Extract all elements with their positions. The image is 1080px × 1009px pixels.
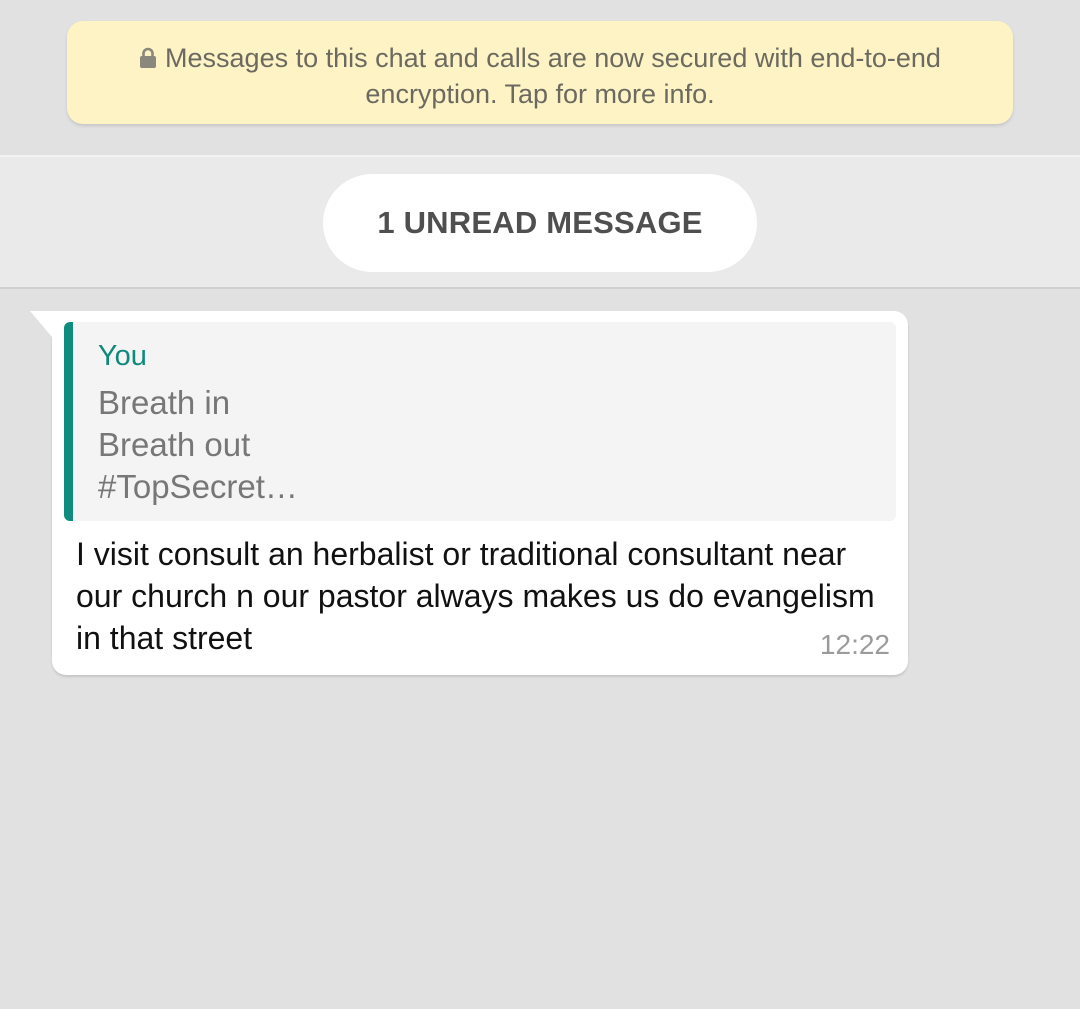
incoming-message-bubble[interactable]: You Breath in Breath out #TopSecret… I v… [30, 311, 908, 675]
encryption-notice-banner[interactable]: Messages to this chat and calls are now … [67, 21, 1013, 124]
message-timestamp: 12:22 [819, 629, 890, 660]
quoted-message-line: Breath in [98, 384, 231, 421]
quoted-message-line: Breath out [98, 426, 251, 463]
lock-icon [139, 43, 157, 77]
unread-count-badge: 1 UNREAD MESSAGE [323, 174, 757, 272]
unread-count-label: 1 UNREAD MESSAGE [377, 205, 703, 240]
quoted-message-author: You [98, 340, 147, 372]
bubble-tail [30, 311, 52, 337]
quoted-message[interactable]: You Breath in Breath out #TopSecret… [64, 322, 896, 521]
unread-divider: 1 UNREAD MESSAGE [0, 155, 1080, 289]
quoted-message-line: #TopSecret… [98, 468, 298, 505]
encryption-notice-text: Messages to this chat and calls are now … [165, 43, 941, 109]
message-text: I visit consult an herbalist or traditio… [76, 536, 875, 656]
